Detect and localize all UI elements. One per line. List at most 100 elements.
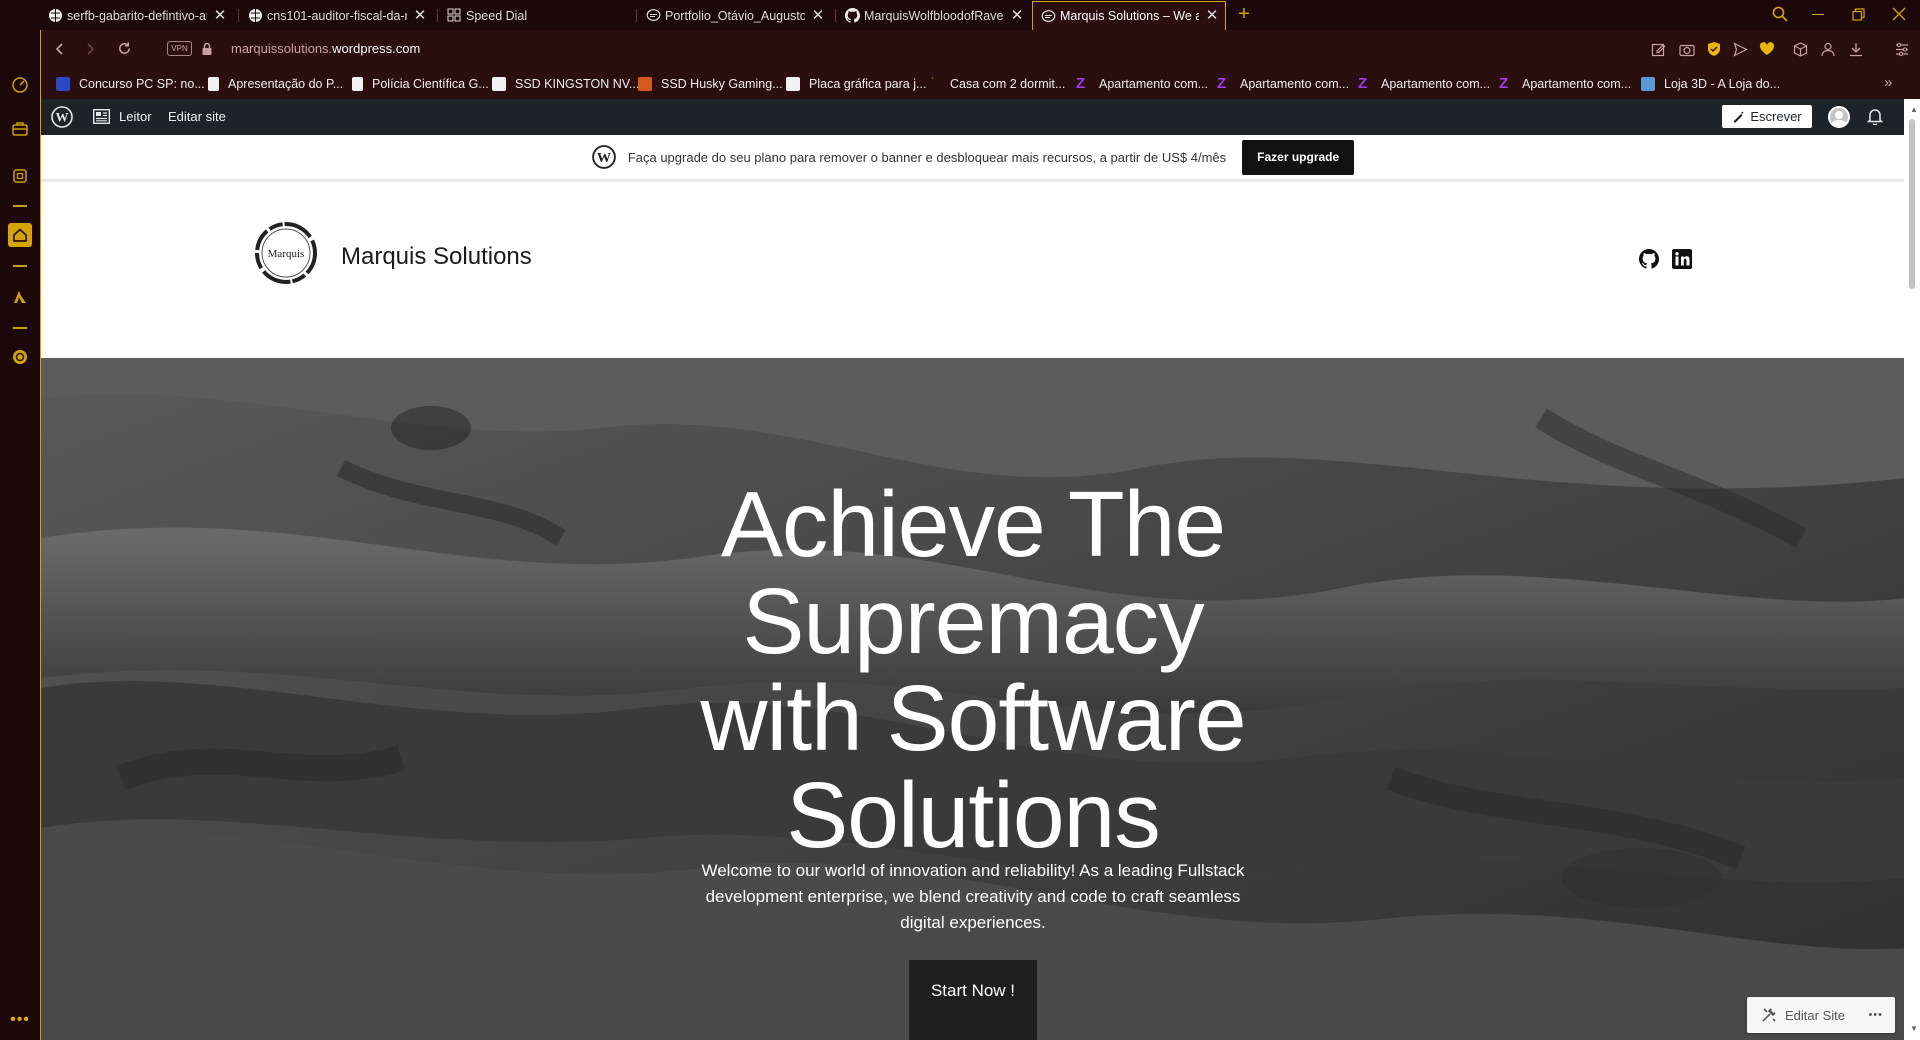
browser-sidebar: •••: [0, 0, 40, 1040]
notifications-bell-icon[interactable]: [1867, 107, 1883, 125]
site-header: Marquis Marquis Solutions: [41, 185, 1904, 358]
tab-cns101[interactable]: cns101-auditor-fiscal-da-re ✕: [240, 1, 433, 30]
edit-site-pill[interactable]: Editar Site •••: [1747, 997, 1895, 1033]
bookmark-item[interactable]: Z Apartamento com...: [1499, 75, 1631, 93]
vpn-badge[interactable]: VPN: [167, 41, 192, 56]
tab-bar: serfb-gabarito-defintivo-au ✕ cns101-aud…: [0, 0, 1920, 30]
site-logo[interactable]: Marquis: [253, 220, 319, 286]
lock-icon[interactable]: [201, 42, 213, 56]
speedometer-icon[interactable]: [8, 73, 32, 97]
scroll-up-icon[interactable]: ▲: [1910, 105, 1918, 114]
close-window-icon[interactable]: [1892, 7, 1906, 21]
bookmarks-overflow-icon[interactable]: »: [1884, 74, 1892, 91]
close-tab-icon[interactable]: ✕: [1205, 8, 1219, 23]
home-icon[interactable]: [8, 223, 32, 247]
box-icon[interactable]: [1793, 42, 1808, 57]
bookmark-item[interactable]: Polícia Científica G...: [352, 75, 489, 93]
search-tabs-icon[interactable]: [1772, 6, 1788, 22]
bookmark-item[interactable]: Z Apartamento com...: [1358, 75, 1490, 93]
cube-icon[interactable]: [8, 164, 32, 188]
bookmark-item[interactable]: SSD Husky Gaming...: [638, 75, 783, 93]
write-button[interactable]: Escrever: [1722, 105, 1812, 128]
scrollbar-thumb[interactable]: [1909, 119, 1915, 289]
close-tab-icon[interactable]: ✕: [811, 8, 825, 23]
download-icon[interactable]: [1849, 42, 1863, 57]
zap-imoveis-icon: Z: [1499, 75, 1509, 92]
hero-heading: Achieve The Supremacy with Software Solu…: [41, 476, 1904, 864]
chat-bubble-icon: [646, 8, 661, 23]
amazon-icon: [492, 77, 506, 91]
bookmark-item[interactable]: Z Apartamento com...: [1217, 75, 1349, 93]
forward-icon[interactable]: [83, 42, 97, 56]
close-tab-icon[interactable]: ✕: [213, 8, 227, 23]
avatar[interactable]: [1828, 106, 1850, 128]
edit-site-link[interactable]: Editar site: [168, 109, 226, 124]
site-title[interactable]: Marquis Solutions: [341, 243, 532, 271]
reload-icon[interactable]: [117, 41, 132, 56]
heart-icon[interactable]: [1759, 42, 1775, 56]
aliexpress-icon[interactable]: [8, 285, 32, 309]
bookmark-label: Apresentação do P...: [228, 77, 344, 91]
back-icon[interactable]: [53, 42, 67, 56]
store-icon: [638, 77, 652, 91]
easy-setup-icon[interactable]: [1895, 42, 1909, 57]
reader-link[interactable]: Leitor: [119, 109, 152, 124]
bookmark-item[interactable]: Apresentação do P...: [208, 75, 343, 93]
bookmark-label: Casa com 2 dormit...: [950, 77, 1066, 91]
profile-icon[interactable]: [1821, 42, 1835, 57]
more-icon[interactable]: •••: [8, 1008, 32, 1032]
briefcase-icon[interactable]: [8, 117, 32, 141]
tab-speed-dial[interactable]: Speed Dial: [439, 1, 632, 30]
close-tab-icon[interactable]: ✕: [413, 8, 427, 23]
tab-marquis-solutions[interactable]: Marquis Solutions – We are ✕: [1032, 1, 1226, 30]
whatsapp-icon[interactable]: [8, 345, 32, 369]
bookmark-item[interactable]: Concurso PC SP: no...: [56, 75, 205, 93]
new-tab-button[interactable]: +: [1234, 3, 1254, 25]
bookmark-item[interactable]: Placa gráfica para j...: [786, 75, 926, 93]
wordpress-logo-icon[interactable]: W: [51, 106, 73, 128]
minimize-icon[interactable]: [1812, 14, 1824, 15]
hero-heading-line: Supremacy: [742, 569, 1204, 673]
page-scrollbar[interactable]: ▲ ▼: [1904, 99, 1920, 1040]
shield-icon[interactable]: [1707, 41, 1721, 57]
tab-separator: [835, 9, 836, 22]
svg-text:W: W: [56, 110, 69, 125]
linkedin-icon[interactable]: [1672, 249, 1692, 269]
start-now-button[interactable]: Start Now !: [909, 960, 1037, 1040]
edit-page-icon[interactable]: [1651, 42, 1666, 57]
globe-icon: [48, 8, 63, 23]
tab-github[interactable]: MarquisWolfbloodofRaven ✕: [837, 1, 1030, 30]
more-options-icon[interactable]: •••: [1868, 1009, 1883, 1021]
svg-text:W: W: [597, 150, 611, 166]
bookmark-label: Loja 3D - A Loja do...: [1664, 77, 1781, 91]
bookmark-item[interactable]: Loja 3D - A Loja do...: [1641, 75, 1780, 93]
bookmark-item[interactable]: Z Apartamento com...: [1076, 75, 1208, 93]
reader-icon[interactable]: [93, 109, 110, 124]
bookmark-item[interactable]: ˋ Casa com 2 dormit...: [931, 75, 1065, 93]
tab-title: MarquisWolfbloodofRaven: [864, 8, 1004, 23]
bookmark-item[interactable]: SSD KINGSTON NV...: [492, 75, 639, 93]
scroll-down-icon[interactable]: ▼: [1910, 1024, 1918, 1033]
sidebar-divider: [13, 265, 27, 267]
hero-description-line: development enterprise, we blend creativ…: [705, 887, 1241, 906]
upgrade-button[interactable]: Fazer upgrade: [1242, 139, 1355, 175]
bookmark-label: Apartamento com...: [1099, 77, 1209, 91]
github-icon[interactable]: [1639, 249, 1659, 269]
logo-text: Marquis: [268, 248, 305, 260]
bookmark-label: SSD Husky Gaming...: [661, 77, 783, 91]
restore-icon[interactable]: [1852, 8, 1865, 21]
write-label: Escrever: [1750, 109, 1802, 124]
close-tab-icon[interactable]: ✕: [1010, 8, 1024, 23]
camera-icon[interactable]: [1679, 42, 1695, 57]
url-domain: wordpress.com: [332, 41, 421, 56]
tab-portfolio[interactable]: Portfolio_Otávio_Augusto ✕: [638, 1, 831, 30]
tab-title: Portfolio_Otávio_Augusto: [665, 8, 805, 23]
document-icon: [352, 77, 363, 91]
tab-title: serfb-gabarito-defintivo-au: [67, 8, 207, 23]
hero-heading-line: Achieve The: [720, 472, 1226, 576]
tab-serfb[interactable]: serfb-gabarito-defintivo-au ✕: [40, 1, 233, 30]
url-field[interactable]: marquissolutions.wordpress.com: [231, 41, 420, 56]
send-icon[interactable]: [1733, 42, 1748, 57]
zap-imoveis-icon: Z: [1076, 75, 1086, 92]
tab-title: cns101-auditor-fiscal-da-re: [267, 8, 407, 23]
